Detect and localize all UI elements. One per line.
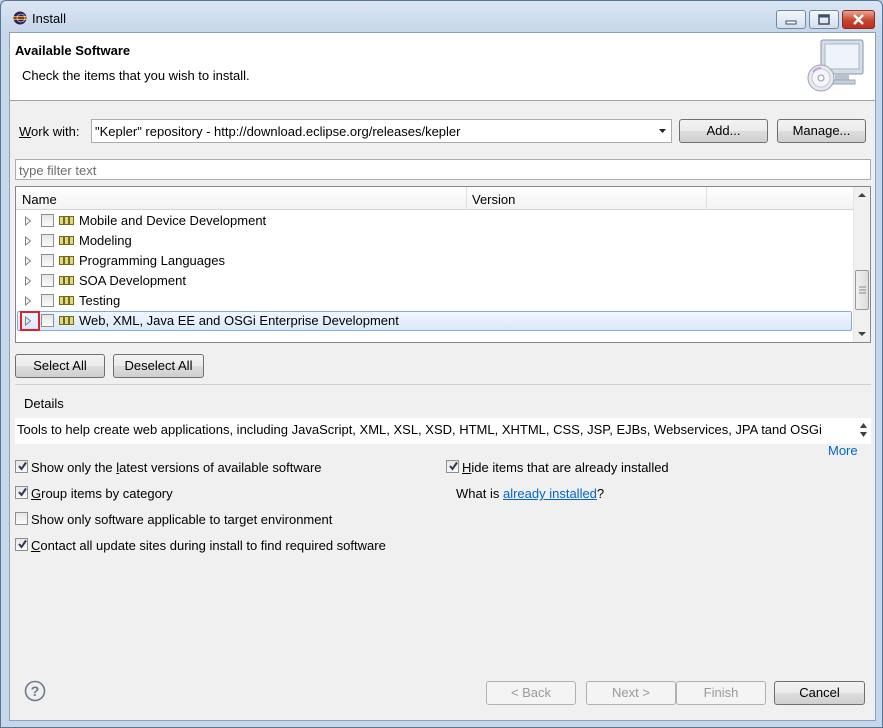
filter-placeholder: type filter text xyxy=(19,163,97,178)
details-heading: Details xyxy=(24,396,64,411)
wizard-header: Available Software Check the items that … xyxy=(10,33,875,101)
tree-row-selected[interactable]: Web, XML, Java EE and OSGi Enterprise De… xyxy=(16,311,854,331)
tree-row[interactable]: Modeling xyxy=(16,231,854,251)
more-details-link[interactable]: More xyxy=(828,443,858,458)
cancel-button[interactable]: Cancel xyxy=(774,681,865,705)
finish-button[interactable]: Finish xyxy=(676,681,766,705)
tree-scrollbar[interactable] xyxy=(853,187,870,342)
minimize-button[interactable] xyxy=(776,10,806,29)
scrollbar-thumb[interactable] xyxy=(855,270,869,310)
latest-versions-label[interactable]: Show only the latest versions of availab… xyxy=(31,460,322,475)
row-label: Mobile and Device Development xyxy=(79,213,267,228)
manage-repositories-button[interactable]: Manage... xyxy=(777,119,866,143)
work-with-value: "Kepler" repository - http://download.ec… xyxy=(95,124,461,139)
page-title: Available Software xyxy=(15,43,131,58)
target-environment-checkbox[interactable] xyxy=(15,512,28,525)
expand-arrow-icon[interactable] xyxy=(24,256,32,266)
details-scrollbar[interactable] xyxy=(855,418,871,444)
latest-versions-checkbox[interactable] xyxy=(15,460,28,473)
column-name[interactable]: Name xyxy=(22,192,57,207)
row-checkbox[interactable] xyxy=(41,254,54,267)
group-by-category-checkbox[interactable] xyxy=(15,486,28,499)
row-checkbox[interactable] xyxy=(41,294,54,307)
tree-row[interactable]: SOA Development xyxy=(16,271,854,291)
hide-installed-label[interactable]: Hide items that are already installed xyxy=(462,460,669,475)
category-icon xyxy=(59,256,74,265)
filter-input[interactable]: type filter text xyxy=(15,159,871,180)
expand-arrow-icon[interactable] xyxy=(24,216,32,226)
scroll-down-icon[interactable] xyxy=(860,432,867,437)
annotation-highlight-box xyxy=(20,311,40,331)
contact-update-sites-checkbox[interactable] xyxy=(15,538,28,551)
dialog-client-area: Available Software Check the items that … xyxy=(9,32,876,721)
category-icon xyxy=(59,216,74,225)
column-version[interactable]: Version xyxy=(472,192,515,207)
window-title: Install xyxy=(32,11,66,26)
expand-arrow-icon[interactable] xyxy=(24,276,32,286)
group-by-category-label[interactable]: Group items by category xyxy=(31,486,173,501)
eclipse-icon xyxy=(13,11,27,25)
already-installed-link[interactable]: already installed xyxy=(503,486,597,501)
category-icon xyxy=(59,276,74,285)
checkmark-icon xyxy=(18,487,27,497)
svg-text:?: ? xyxy=(31,683,40,699)
details-separator xyxy=(15,384,871,385)
column-divider[interactable] xyxy=(466,187,467,210)
hide-installed-checkbox[interactable] xyxy=(446,460,459,473)
maximize-icon xyxy=(818,14,830,25)
row-checkbox[interactable] xyxy=(41,214,54,227)
help-icon[interactable]: ? xyxy=(24,680,46,702)
close-icon xyxy=(853,14,864,25)
what-is-installed-text: What is already installed? xyxy=(456,486,605,501)
details-text-area[interactable]: Tools to help create web applications, i… xyxy=(15,418,871,444)
category-icon xyxy=(59,316,74,325)
close-button[interactable] xyxy=(842,10,875,29)
row-label: Web, XML, Java EE and OSGi Enterprise De… xyxy=(79,313,399,328)
install-window: Install Available Software Check the ite… xyxy=(0,0,883,728)
details-text: Tools to help create web applications, i… xyxy=(17,422,822,437)
expand-arrow-icon[interactable] xyxy=(24,296,32,306)
row-checkbox[interactable] xyxy=(41,274,54,287)
add-repository-button[interactable]: Add... xyxy=(679,119,768,143)
row-label: SOA Development xyxy=(79,273,186,288)
tree-row[interactable]: Programming Languages xyxy=(16,251,854,271)
scroll-up-icon[interactable] xyxy=(860,423,867,428)
row-checkbox[interactable] xyxy=(41,234,54,247)
maximize-button[interactable] xyxy=(809,10,839,29)
work-with-label: Work with: xyxy=(19,124,80,139)
work-with-combo[interactable]: "Kepler" repository - http://download.ec… xyxy=(91,119,672,143)
next-button[interactable]: Next > xyxy=(586,681,676,705)
software-tree[interactable]: Name Version Mobile and Device Developme… xyxy=(15,186,871,343)
category-icon xyxy=(59,236,74,245)
install-banner-icon xyxy=(807,39,864,92)
page-subtitle: Check the items that you wish to install… xyxy=(22,68,250,83)
minimize-icon xyxy=(785,20,797,25)
back-button[interactable]: < Back xyxy=(486,681,576,705)
row-checkbox[interactable] xyxy=(41,314,54,327)
column-divider[interactable] xyxy=(706,187,707,210)
contact-update-sites-label[interactable]: Contact all update sites during install … xyxy=(31,538,386,553)
target-environment-label[interactable]: Show only software applicable to target … xyxy=(31,512,332,527)
row-label: Programming Languages xyxy=(79,253,225,268)
tree-row[interactable]: Mobile and Device Development xyxy=(16,211,854,231)
chevron-down-icon xyxy=(659,129,666,133)
row-label: Modeling xyxy=(79,233,132,248)
deselect-all-button[interactable]: Deselect All xyxy=(113,354,204,378)
tree-row[interactable]: Testing xyxy=(16,291,854,311)
expand-arrow-icon[interactable] xyxy=(24,236,32,246)
category-icon xyxy=(59,296,74,305)
grip-icon xyxy=(859,286,866,294)
scroll-up-icon[interactable] xyxy=(858,192,866,198)
tree-header: Name Version xyxy=(16,187,854,210)
scroll-down-icon[interactable] xyxy=(858,331,866,337)
checkmark-icon xyxy=(18,539,27,549)
row-label: Testing xyxy=(79,293,121,308)
title-bar[interactable]: Install xyxy=(1,1,882,31)
select-all-button[interactable]: Select All xyxy=(15,354,105,378)
checkmark-icon xyxy=(18,461,27,471)
checkmark-icon xyxy=(449,461,458,471)
